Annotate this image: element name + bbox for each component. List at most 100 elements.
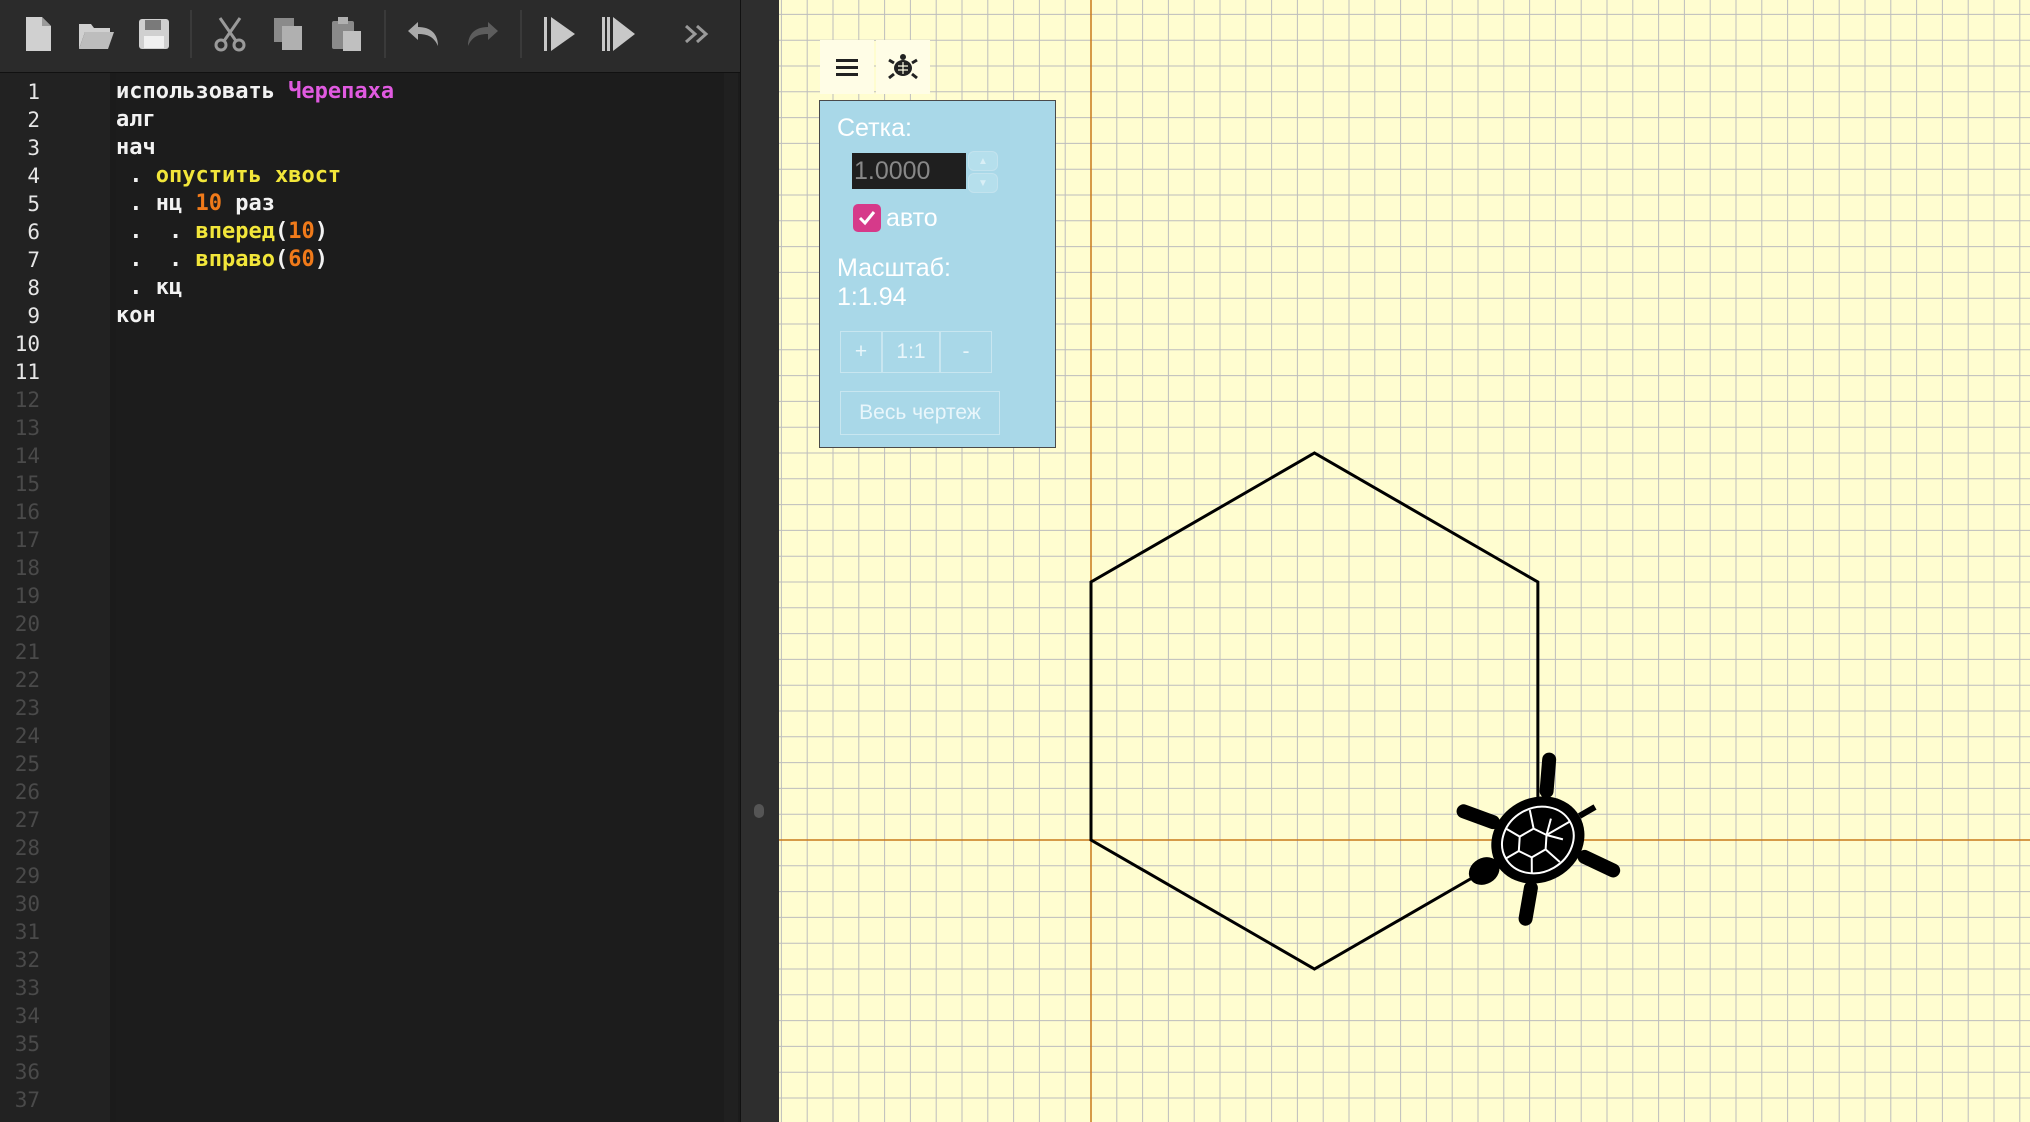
code-line[interactable]: . нц 10 раз (116, 190, 275, 218)
code-line[interactable]: алг (116, 106, 156, 134)
splitter-handle[interactable] (754, 804, 764, 818)
code-token: использовать (116, 79, 289, 104)
save-icon (139, 19, 169, 49)
code-token: 10 (288, 219, 315, 244)
grid-label: Сетка: (837, 114, 912, 142)
line-number: 35 (14, 1032, 40, 1056)
step-button[interactable] (592, 8, 644, 60)
grid-settings-panel: Сетка: ▲ ▼ авто Масштаб: 1:1.94 + 1:1 - … (819, 100, 1056, 448)
line-number: 22 (14, 668, 40, 692)
code-token: 10 (195, 191, 222, 216)
code-line[interactable]: . кц (116, 274, 182, 302)
redo-icon (468, 22, 498, 46)
spinner-down-icon[interactable]: ▼ (968, 173, 998, 193)
new-file-icon (26, 17, 51, 51)
line-number: 30 (14, 892, 40, 916)
grid-step-input[interactable] (852, 153, 966, 189)
turtle-canvas[interactable]: Сетка: ▲ ▼ авто Масштаб: 1:1.94 + 1:1 - … (779, 0, 2030, 1122)
line-number: 19 (14, 584, 40, 608)
code-area[interactable]: использовать Черепаха алг нач . опустить х… (116, 73, 724, 1122)
undo-button[interactable] (398, 8, 450, 60)
line-number: 32 (14, 948, 40, 972)
line-number: 1 (27, 80, 40, 104)
line-number: 37 (14, 1088, 40, 1112)
code-line[interactable]: использовать Черепаха (116, 78, 394, 106)
cut-icon (214, 17, 246, 52)
line-number: 25 (14, 752, 40, 776)
line-number: 4 (27, 164, 40, 188)
zoom-reset-button[interactable]: 1:1 (882, 331, 940, 373)
line-number: 28 (14, 836, 40, 860)
code-token: . кц (116, 275, 183, 300)
double-chevron-icon (685, 24, 709, 44)
redo-button[interactable] (456, 8, 508, 60)
save-button[interactable] (128, 8, 180, 60)
line-number: 7 (27, 248, 40, 272)
line-number: 17 (14, 528, 40, 552)
code-line[interactable]: . . вперед(10) (116, 218, 328, 246)
hamburger-icon (836, 59, 858, 76)
editor-pane: 1 2 3 4 5 6 7 8 9 10 11 12 13 14 15 16 17 18 19 20 21 22 23 24 2… (0, 0, 740, 1122)
zoom-in-button[interactable]: + (840, 331, 882, 373)
line-number: 23 (14, 696, 40, 720)
toolbar (0, 0, 740, 73)
step-icon (602, 17, 635, 51)
turtle-icon (888, 54, 918, 80)
code-token: ) (314, 247, 328, 272)
line-number: 26 (14, 780, 40, 804)
line-number: 34 (14, 1004, 40, 1028)
code-token: . нц (116, 191, 196, 216)
line-number: 27 (14, 808, 40, 832)
menu-button[interactable] (820, 40, 874, 94)
line-number: 2 (27, 108, 40, 132)
zoom-out-button[interactable]: - (940, 331, 992, 373)
code-token: ) (314, 219, 328, 244)
code-token: нач (116, 135, 156, 160)
line-number-gutter: 1 2 3 4 5 6 7 8 9 10 11 12 13 14 15 16 17 18 19 20 21 22 23 24 2… (0, 73, 110, 1122)
code-line[interactable]: . опустить хвост (116, 162, 341, 190)
line-number: 9 (27, 304, 40, 328)
run-icon (544, 17, 575, 51)
code-token: . (116, 163, 156, 188)
scale-label: Масштаб: (837, 254, 951, 282)
line-number: 6 (27, 220, 40, 244)
code-token: алг (116, 107, 156, 132)
line-number: 13 (14, 416, 40, 440)
code-token: опустить хвост (155, 163, 342, 188)
new-file-button[interactable] (12, 8, 64, 60)
line-number: 24 (14, 724, 40, 748)
copy-button[interactable] (262, 8, 314, 60)
line-number: 31 (14, 920, 40, 944)
line-number: 20 (14, 612, 40, 636)
open-button[interactable] (70, 8, 122, 60)
line-number: 11 (14, 360, 40, 384)
line-number: 18 (14, 556, 40, 580)
code-line[interactable]: . . вправо(60) (116, 246, 328, 274)
copy-icon (274, 18, 302, 50)
line-number: 21 (14, 640, 40, 664)
grid-step-spinner[interactable]: ▲ ▼ (968, 151, 998, 193)
line-number: 3 (27, 136, 40, 160)
auto-grid-checkbox[interactable] (853, 204, 881, 232)
code-line[interactable]: кон (116, 302, 156, 330)
line-number: 33 (14, 976, 40, 1000)
code-token: кон (116, 303, 156, 328)
code-token: 60 (288, 247, 315, 272)
code-token: . . (116, 247, 196, 272)
more-button[interactable] (672, 8, 724, 60)
pane-splitter[interactable] (740, 0, 780, 1122)
line-number: 29 (14, 864, 40, 888)
paste-button[interactable] (320, 8, 372, 60)
code-line[interactable]: нач (116, 134, 156, 162)
code-token: Черепаха (288, 79, 395, 104)
checkmark-icon (858, 211, 876, 226)
cut-button[interactable] (204, 8, 256, 60)
editor-scrollbar[interactable] (724, 73, 738, 1122)
code-token: вперед (195, 219, 275, 244)
undo-icon (408, 22, 438, 46)
run-button[interactable] (534, 8, 586, 60)
turtle-center-button[interactable] (876, 40, 930, 94)
spinner-up-icon[interactable]: ▲ (968, 151, 998, 171)
whole-drawing-button[interactable]: Весь чертеж (840, 391, 1000, 435)
code-token: ( (274, 219, 289, 244)
